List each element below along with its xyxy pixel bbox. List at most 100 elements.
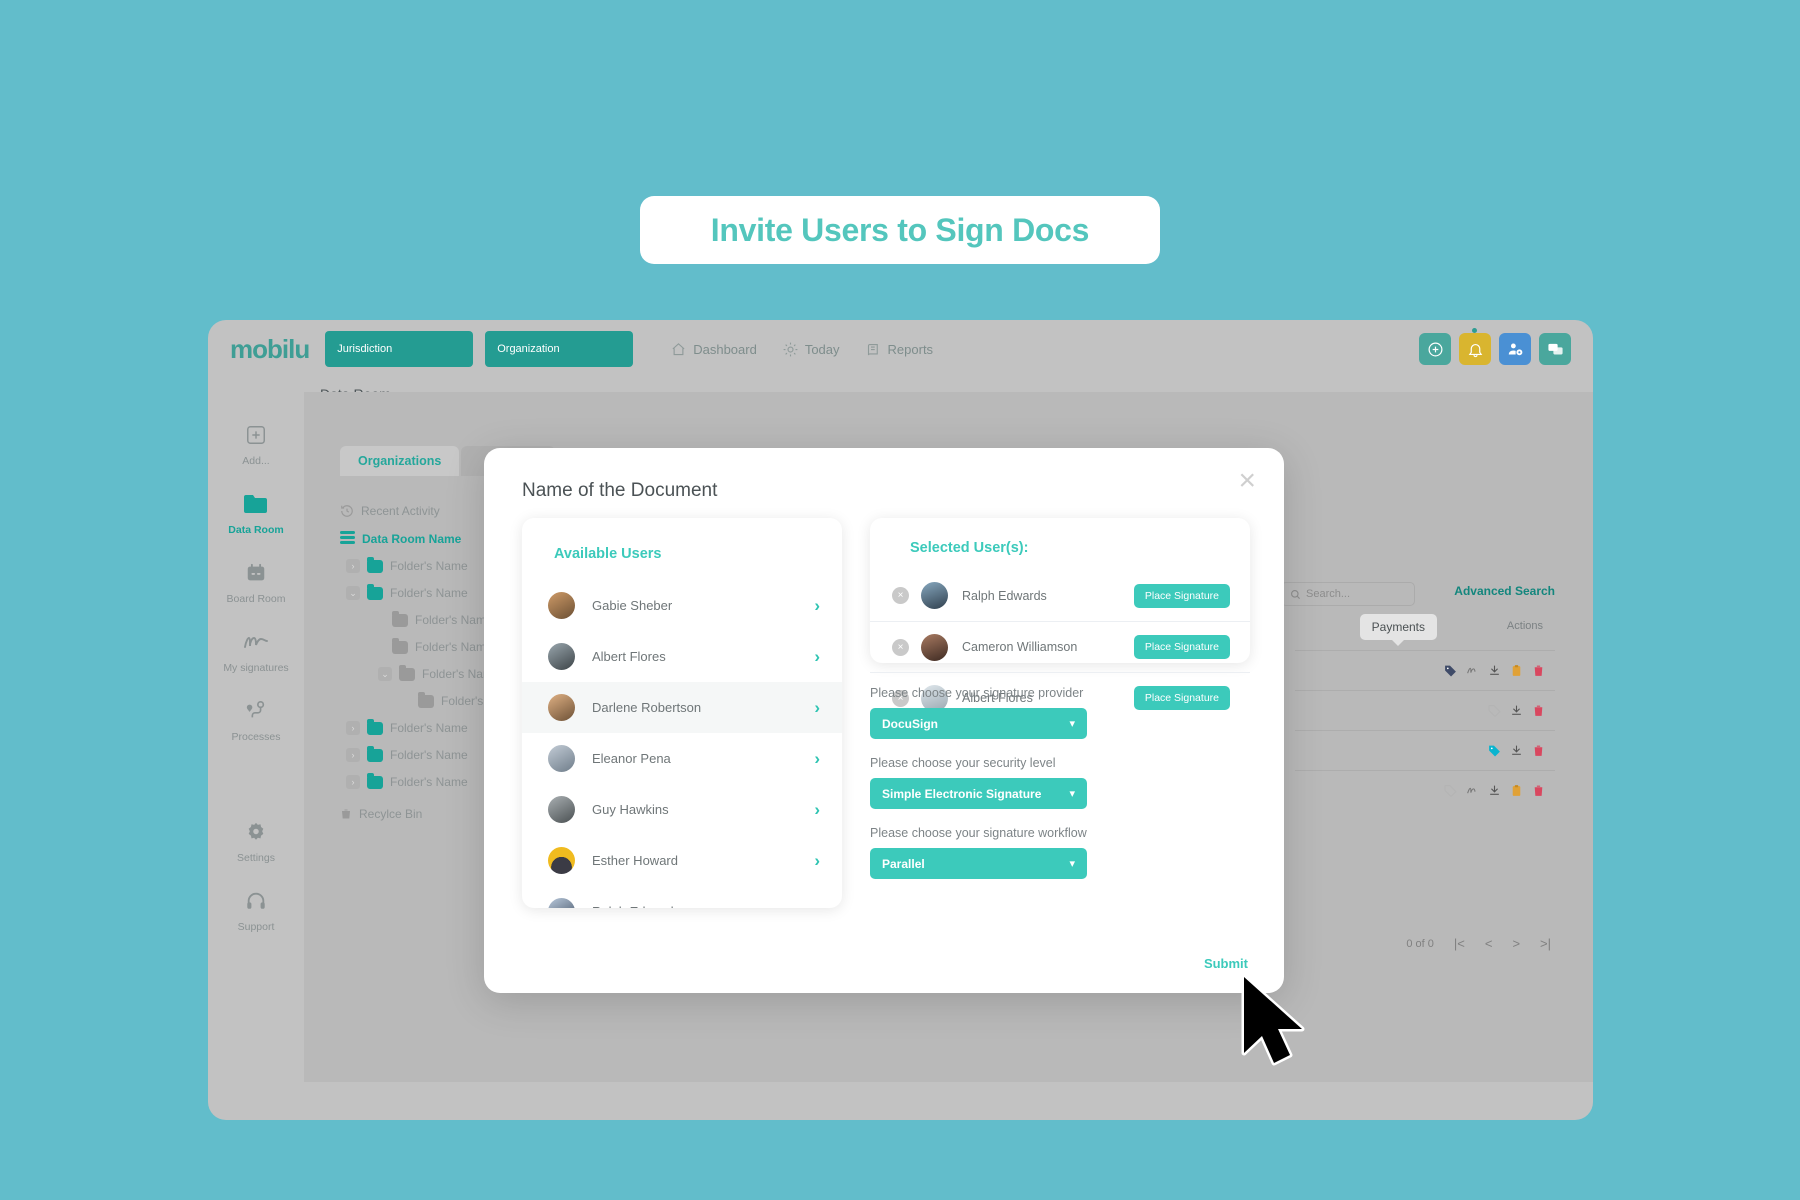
tree-folder-label: Folder's Name <box>390 775 468 789</box>
chevron-right-icon[interactable]: › <box>814 698 820 718</box>
table-row[interactable] <box>1295 650 1555 690</box>
chevron-right-icon[interactable]: › <box>346 775 360 789</box>
pagination: 0 of 0 |< < > >| <box>1406 936 1551 951</box>
remove-user-button[interactable]: × <box>892 638 909 656</box>
tag-icon <box>1444 785 1457 797</box>
submit-button[interactable]: Submit <box>1204 956 1248 971</box>
advanced-search-link[interactable]: Advanced Search <box>1454 584 1555 598</box>
sidebar-item-board-room[interactable]: Board Room <box>208 558 304 605</box>
page-title-banner: Invite Users to Sign Docs <box>640 196 1160 264</box>
user-settings-button[interactable] <box>1499 333 1531 365</box>
sidebar-item-add[interactable]: Add... <box>208 420 304 467</box>
tab-organizations[interactable]: Organizations <box>340 446 460 476</box>
folder-icon <box>367 556 383 573</box>
selected-users-card: Selected User(s): × Ralph Edwards Place … <box>870 518 1250 712</box>
remove-user-button[interactable]: × <box>892 587 909 604</box>
user-name: Guy Hawkins <box>592 802 669 817</box>
sidebar-item-support[interactable]: Support <box>208 886 304 933</box>
chat-icon <box>1547 343 1563 354</box>
chevron-right-icon[interactable]: › <box>814 749 820 769</box>
user-name: Ralph Edwards <box>962 588 1047 603</box>
chevron-right-icon[interactable]: › <box>814 800 820 820</box>
chevron-right-icon[interactable]: › <box>814 902 820 909</box>
modal-title: Name of the Document <box>522 480 718 501</box>
pagination-prev[interactable]: < <box>1485 936 1493 951</box>
sidebar-item-settings[interactable]: Settings <box>208 817 304 864</box>
notification-dot <box>1472 328 1477 333</box>
signature-icon <box>208 627 304 657</box>
brand-logo[interactable]: mobilu <box>230 334 310 365</box>
folder-icon <box>392 637 408 654</box>
tree-root-label: Data Room Name <box>362 531 462 546</box>
folder-icon <box>367 772 383 789</box>
chevron-right-icon[interactable]: › <box>814 596 820 616</box>
chevron-down-icon[interactable]: ⌄ <box>378 667 392 681</box>
sidebar-item-data-room[interactable]: Data Room <box>208 489 304 536</box>
list-item[interactable]: Esther Howard › <box>522 835 842 886</box>
clipboard-icon <box>1512 665 1521 676</box>
tree-folder-label: Folder's Name <box>390 559 468 573</box>
tree-recycle-bin-label: Recylce Bin <box>359 807 423 821</box>
route-icon <box>208 696 304 726</box>
nav-link-reports[interactable]: Reports <box>866 342 933 357</box>
sidebar-item-processes[interactable]: Processes <box>208 696 304 743</box>
available-users-list: Gabie Sheber › Albert Flores › Darlene R… <box>522 580 842 908</box>
table-row[interactable] <box>1295 770 1555 810</box>
nav-link-today[interactable]: Today <box>783 342 840 357</box>
folder-icon <box>208 489 304 519</box>
list-item[interactable]: Ralph Edwards › <box>522 886 842 908</box>
place-signature-button[interactable]: Place Signature <box>1133 635 1230 659</box>
chevron-down-icon: ▾ <box>1069 858 1075 870</box>
search-input[interactable]: Search... <box>1281 582 1415 606</box>
chevron-right-icon[interactable]: › <box>346 721 360 735</box>
avatar <box>548 847 575 874</box>
pagination-next[interactable]: > <box>1512 936 1520 951</box>
avatar <box>548 694 575 721</box>
chevron-right-icon[interactable]: › <box>346 559 360 573</box>
list-item[interactable]: Guy Hawkins › <box>522 784 842 835</box>
folder-icon <box>367 745 383 762</box>
tag-icon <box>1488 705 1501 717</box>
tag-icon <box>1489 745 1500 757</box>
signature-workflow-select[interactable]: Parallel ▾ <box>870 848 1087 879</box>
close-icon[interactable]: × <box>1238 466 1256 496</box>
invite-users-modal: Name of the Document × Available Users G… <box>484 448 1284 993</box>
tree-folder-label: Folder's Name <box>390 586 468 600</box>
chevron-down-icon[interactable]: ⌄ <box>346 586 360 600</box>
nav-link-dashboard[interactable]: Dashboard <box>671 342 757 357</box>
chevron-right-icon[interactable]: › <box>814 851 820 871</box>
avatar <box>548 592 575 619</box>
avatar <box>548 796 575 823</box>
table-row[interactable] <box>1295 730 1555 770</box>
signature-icon <box>1467 667 1476 674</box>
place-signature-button[interactable]: Place Signature <box>1133 583 1230 608</box>
list-item[interactable]: Darlene Robertson › <box>522 682 842 733</box>
pagination-first[interactable]: |< <box>1454 936 1465 951</box>
search-icon <box>1291 589 1301 599</box>
add-button[interactable] <box>1419 333 1451 365</box>
security-level-value: Simple Electronic Signature <box>882 786 1042 801</box>
page-title: Invite Users to Sign Docs <box>710 211 1090 248</box>
notifications-button[interactable] <box>1459 328 1491 365</box>
organization-selector[interactable]: Organization <box>485 331 634 367</box>
sidebar-item-my-signatures[interactable]: My signatures <box>208 627 304 674</box>
pagination-last[interactable]: >| <box>1540 936 1551 951</box>
table-row[interactable] <box>1295 690 1555 730</box>
folder-icon <box>367 718 383 735</box>
chevron-right-icon[interactable]: › <box>814 647 820 667</box>
download-icon <box>1490 785 1499 795</box>
security-level-select[interactable]: Simple Electronic Signature ▾ <box>870 778 1087 809</box>
jurisdiction-selector[interactable]: Jurisdiction <box>325 331 474 367</box>
chat-button[interactable] <box>1539 333 1571 365</box>
chevron-right-icon[interactable]: › <box>346 748 360 762</box>
list-item[interactable]: Eleanor Pena › <box>522 733 842 784</box>
list-item[interactable]: Gabie Sheber › <box>522 580 842 631</box>
clipboard-icon <box>1512 785 1521 796</box>
signature-provider-select[interactable]: DocuSign ▾ <box>870 708 1087 739</box>
tree-folder-label: Folder's Name <box>415 640 493 654</box>
list-item[interactable]: Albert Flores › <box>522 631 842 682</box>
avatar <box>548 643 575 670</box>
bell-icon <box>1468 343 1482 357</box>
selected-users-title: Selected User(s): <box>910 540 1029 556</box>
gear-icon <box>208 817 304 847</box>
